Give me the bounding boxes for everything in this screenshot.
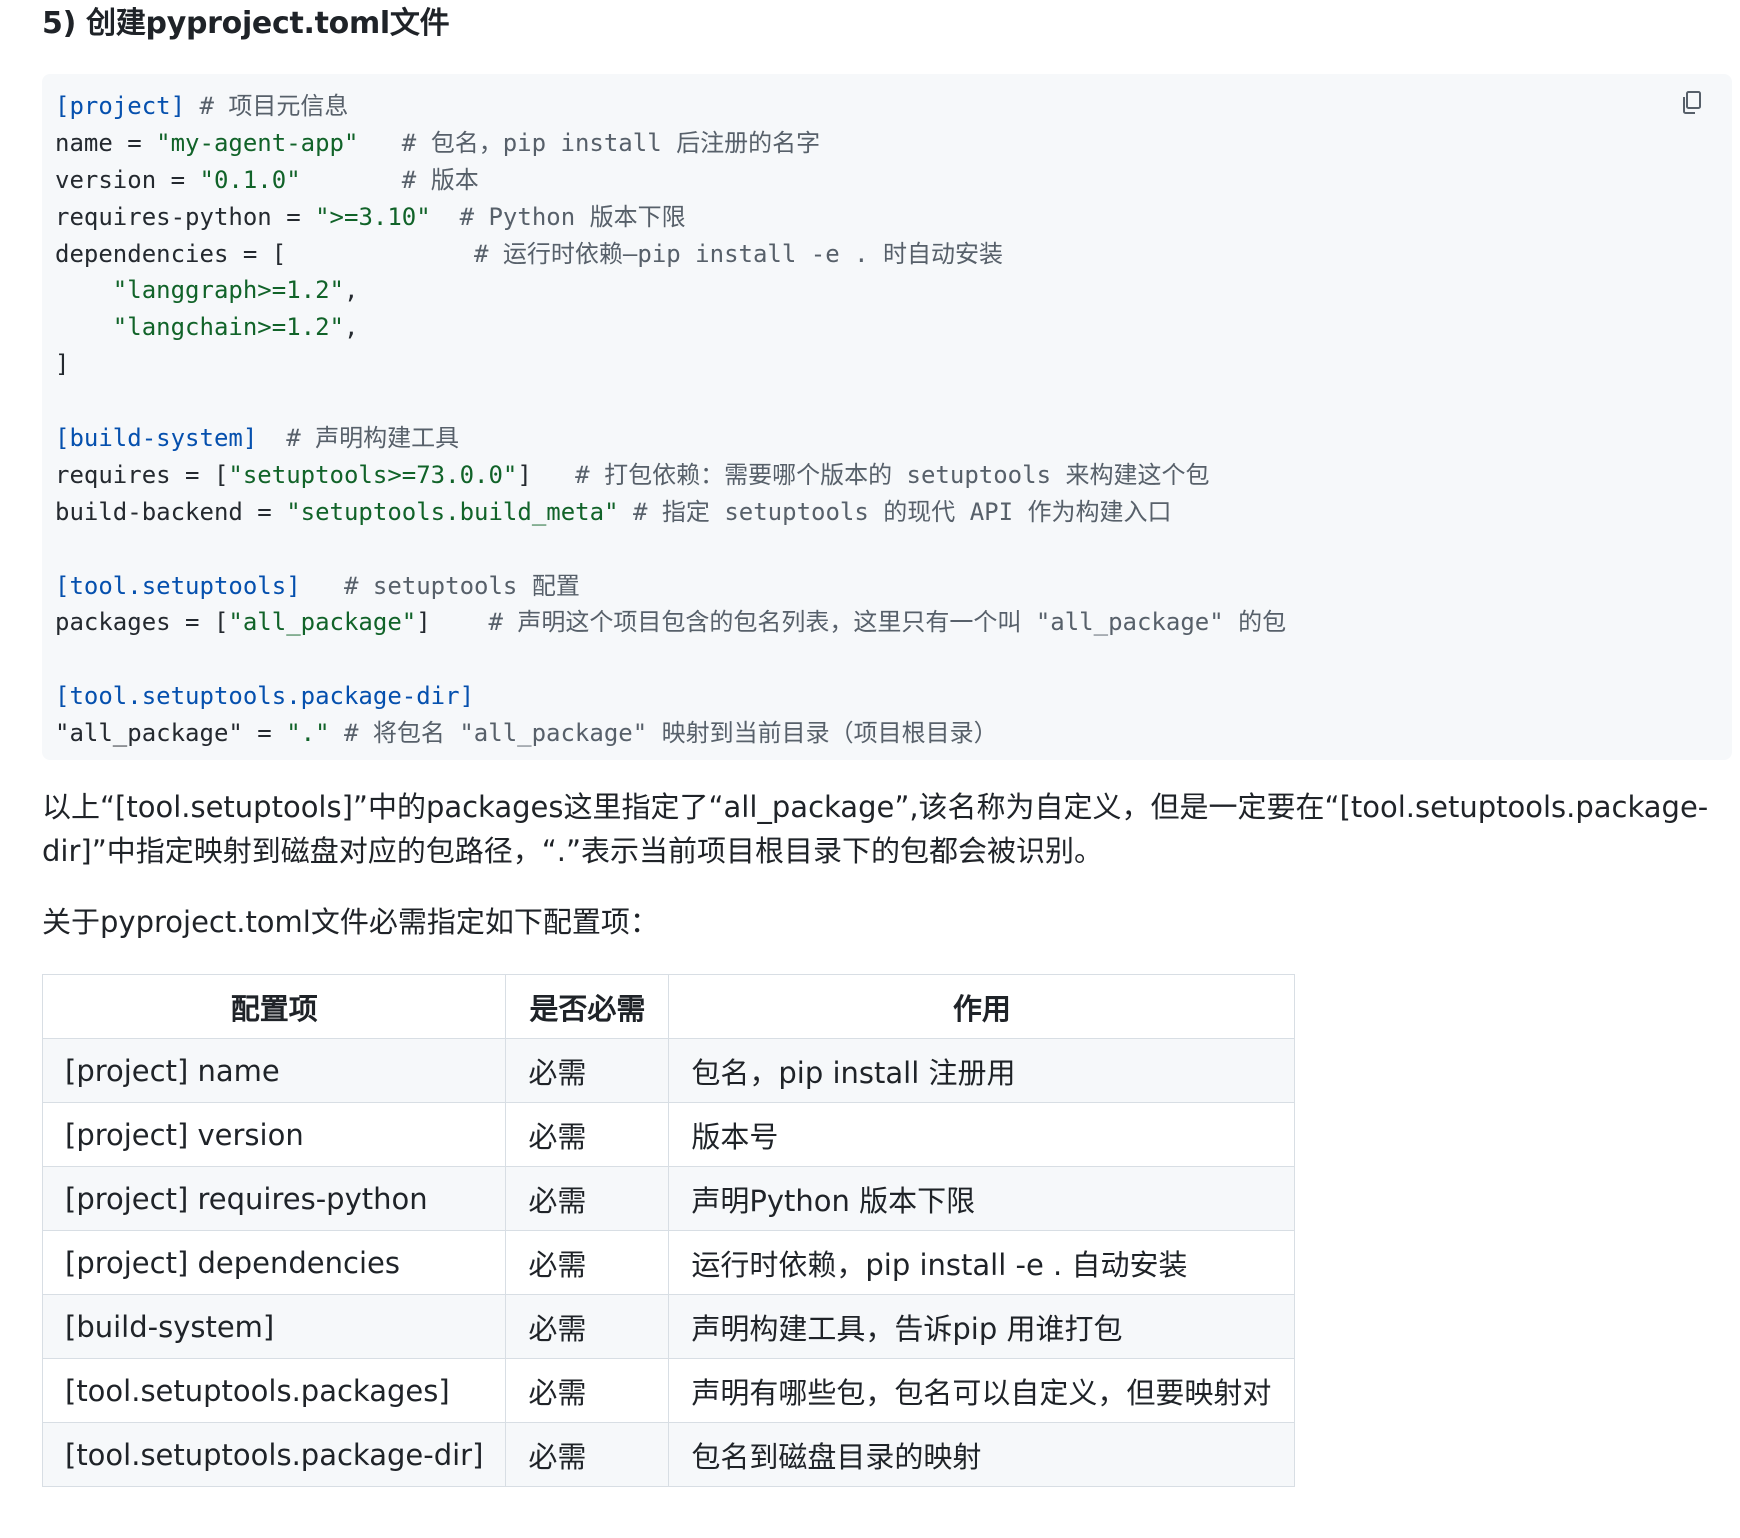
code-line: [tool.setuptools] # setuptools 配置 xyxy=(55,568,1732,605)
code-token-plain: , xyxy=(343,313,359,342)
code-line: "langchain>=1.2", xyxy=(55,309,1732,346)
code-token-comment: # 将包名 "all_package" 映射到当前目录（项目根目录） xyxy=(329,719,998,748)
cell-config-item: [project] name xyxy=(41,1038,507,1103)
code-token-str: "all_package" xyxy=(228,608,417,637)
table-row: [project] version 必需 版本号 xyxy=(41,1102,1296,1167)
cell-required: 必需 xyxy=(505,1038,670,1103)
cell-config-item: [project] requires-python xyxy=(41,1166,507,1231)
code-token-comment: # 版本 xyxy=(300,165,479,194)
table-row: [build-system] 必需 声明构建工具，告诉pip 用谁打包 xyxy=(41,1294,1296,1359)
code-line: [build-system] # 声明构建工具 xyxy=(55,420,1732,457)
table-intro-paragraph: 关于pyproject.toml文件必需指定如下配置项： xyxy=(42,905,659,939)
code-token-str: "setuptools.build_meta" xyxy=(286,497,619,526)
header-purpose: 作用 xyxy=(668,974,1296,1039)
code-line: ] xyxy=(55,346,1732,383)
cell-config-item: [project] version xyxy=(41,1102,507,1167)
cell-config-item: [tool.setuptools.package-dir] xyxy=(41,1422,507,1487)
cell-required: 必需 xyxy=(505,1422,670,1487)
code-token-plain: requires = [ xyxy=(55,460,229,489)
code-token-str: "my-agent-app" xyxy=(156,128,359,157)
code-token-comment: # setuptools 配置 xyxy=(300,571,580,600)
code-token-plain: ] xyxy=(416,608,431,637)
cell-required: 必需 xyxy=(505,1230,670,1295)
cell-purpose: 声明Python 版本下限 xyxy=(668,1166,1296,1231)
cell-config-item: [build-system] xyxy=(41,1294,507,1359)
article-content: 5) 创建pyproject.toml文件 [project] # 项目元信息 n… xyxy=(41,0,1732,1487)
code-line: packages = ["all_package"] # 声明这个项目包含的包名… xyxy=(55,604,1732,641)
table-body: [project] name 必需 包名，pip install 注册用 [proje… xyxy=(41,1038,1296,1487)
cell-config-item: [tool.setuptools.packages] xyxy=(41,1358,507,1423)
code-token-comment: # 指定 setuptools 的现代 API 作为构建入口 xyxy=(618,497,1172,526)
table-row: [project] name 必需 包名，pip install 注册用 xyxy=(41,1038,1296,1103)
code-token-str: "0.1.0" xyxy=(199,165,301,194)
code-token-comment: # 打包依赖：需要哪个版本的 setuptools 来构建这个包 xyxy=(531,460,1210,489)
cell-purpose: 声明有哪些包，包名可以自定义，但要映射对 xyxy=(668,1358,1296,1423)
code-line: requires-python = ">=3.10" # Python 版本下限 xyxy=(55,199,1732,236)
code-token-comment: # 包名，pip install 后注册的名字 xyxy=(358,128,821,157)
code-token-section: [tool.setuptools] xyxy=(55,571,301,600)
code-line: [project] # 项目元信息 xyxy=(55,88,1732,125)
cell-required: 必需 xyxy=(505,1166,670,1231)
cell-required: 必需 xyxy=(505,1358,670,1423)
code-token-plain: requires-python = xyxy=(55,202,316,231)
table-row: [project] requires-python 必需 声明Python 版本下限 xyxy=(41,1166,1296,1231)
code-token-comment: # Python 版本下限 xyxy=(430,202,686,231)
table-header-row: 配置项 是否必需 作用 xyxy=(41,974,1296,1039)
code-token-plain: ] xyxy=(55,350,70,379)
code-token-plain: ] xyxy=(517,460,532,489)
code-line: build-backend = "setuptools.build_meta" … xyxy=(55,494,1732,531)
code-line: requires = ["setuptools>=73.0.0"] # 打包依赖… xyxy=(55,457,1732,494)
header-config-item: 配置项 xyxy=(41,974,507,1039)
description-paragraph: 以上“[tool.setuptools]”中的packages这里指定了“all… xyxy=(42,790,1709,868)
code-block: [project] # 项目元信息 name = "my-agent-app" #… xyxy=(42,74,1732,760)
code-line: "langgraph>=1.2", xyxy=(55,272,1732,309)
code-line: version = "0.1.0" # 版本 xyxy=(55,162,1732,199)
cell-required: 必需 xyxy=(505,1294,670,1359)
cell-purpose: 声明构建工具，告诉pip 用谁打包 xyxy=(668,1294,1296,1359)
code-token-section: [build-system] xyxy=(55,424,258,453)
copy-icon xyxy=(1680,90,1702,120)
cell-purpose: 包名，pip install 注册用 xyxy=(668,1038,1296,1103)
copy-button[interactable] xyxy=(1674,88,1708,122)
code-token-plain: dependencies = [ xyxy=(55,239,287,268)
cell-config-item: [project] dependencies xyxy=(41,1230,507,1295)
code-lines: [project] # 项目元信息 name = "my-agent-app" #… xyxy=(55,88,1732,752)
cell-purpose: 版本号 xyxy=(668,1102,1296,1167)
code-token-comment: # 运行时依赖—pip install -e . 时自动安装 xyxy=(286,239,1004,268)
code-token-str: "." xyxy=(286,719,330,748)
code-token-plain: , xyxy=(343,276,359,305)
cell-purpose: 包名到磁盘目录的映射 xyxy=(668,1422,1296,1487)
code-token-comment: # 声明构建工具 xyxy=(257,424,460,453)
code-line: dependencies = [ # 运行时依赖—pip install -e … xyxy=(55,236,1732,273)
config-table: 配置项 是否必需 作用 [project] name 必需 包名，pip insta… xyxy=(41,974,1296,1487)
table-row: [tool.setuptools.packages] 必需 声明有哪些包，包名可以自… xyxy=(41,1358,1296,1423)
table-row: [project] dependencies 必需 运行时依赖，pip instal… xyxy=(41,1230,1296,1295)
code-token-section: [tool.setuptools.package-dir] xyxy=(55,682,475,711)
code-token-str: "langgraph>=1.2" xyxy=(112,276,344,305)
cell-required: 必需 xyxy=(505,1102,670,1167)
table-row: [tool.setuptools.package-dir] 必需 包名到磁盘目录的映… xyxy=(41,1422,1296,1487)
code-token-comment: # 声明这个项目包含的包名列表，这里只有一个叫 "all_package" 的包 xyxy=(430,608,1287,637)
code-token-plain: "all_package" = xyxy=(55,719,287,748)
code-token-plain: packages = [ xyxy=(55,608,229,637)
cell-purpose: 运行时依赖，pip install -e . 自动安装 xyxy=(668,1230,1296,1295)
code-token-comment: # 项目元信息 xyxy=(185,92,349,120)
code-token-plain: name = xyxy=(55,128,157,157)
code-line: [tool.setuptools.package-dir] xyxy=(55,678,1732,715)
section-title: 5) 创建pyproject.toml文件 xyxy=(42,6,450,41)
code-token-section: [project] xyxy=(55,92,186,120)
code-token-plain: build-backend = xyxy=(55,497,287,526)
code-line: "all_package" = "." # 将包名 "all_package" … xyxy=(55,715,1732,752)
code-token-str: "setuptools>=73.0.0" xyxy=(228,460,518,489)
code-token-str: "langchain>=1.2" xyxy=(112,313,344,342)
header-required: 是否必需 xyxy=(505,974,670,1039)
code-token-plain: version = xyxy=(55,165,200,194)
code-line: name = "my-agent-app" # 包名，pip install 后… xyxy=(55,125,1732,162)
code-token-str: ">=3.10" xyxy=(315,202,431,231)
